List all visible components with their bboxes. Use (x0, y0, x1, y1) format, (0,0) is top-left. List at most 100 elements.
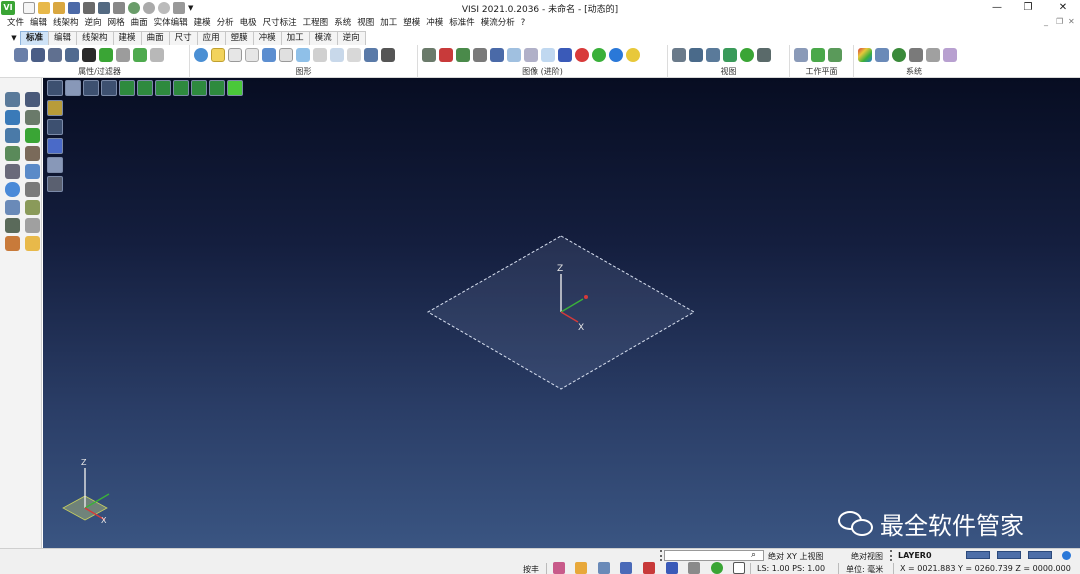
selection-filter-icon[interactable] (150, 48, 164, 62)
screen-icon[interactable] (875, 48, 889, 62)
yellow-sphere-icon[interactable] (626, 48, 640, 62)
view-rotate-icon[interactable] (740, 48, 754, 62)
menu-item-8[interactable]: 分析 (214, 16, 237, 30)
snap-rotate-icon[interactable] (711, 562, 723, 574)
snap-mode-label[interactable]: 按丰 (523, 564, 539, 574)
move-icon[interactable] (5, 128, 20, 143)
ribbon-tab-7[interactable]: 塑膜 (224, 31, 254, 45)
image-dim-icon[interactable] (524, 48, 538, 62)
workplane-align-icon[interactable] (811, 48, 825, 62)
cylinder-edges-icon[interactable] (296, 48, 310, 62)
menu-item-14[interactable]: 加工 (377, 16, 400, 30)
redo-icon[interactable] (158, 2, 170, 14)
mdi-minimize-button[interactable]: _ (1044, 17, 1048, 26)
attributes-icon[interactable] (14, 48, 28, 62)
layer-hide-icon[interactable] (48, 48, 62, 62)
layer-show-icon[interactable] (65, 48, 79, 62)
close-button[interactable]: ✕ (1048, 0, 1078, 16)
green-sphere-icon[interactable] (592, 48, 606, 62)
surface-icon[interactable] (25, 164, 40, 179)
view-pan-icon[interactable] (723, 48, 737, 62)
snap-settings-icon[interactable] (643, 562, 655, 574)
ribbon-tab-5[interactable]: 尺寸 (168, 31, 198, 45)
help-icon[interactable] (5, 200, 20, 215)
pencil-icon[interactable] (25, 110, 40, 125)
tools-icon[interactable] (5, 236, 20, 251)
image-light-icon[interactable] (541, 48, 555, 62)
redo-list-icon[interactable] (173, 2, 185, 14)
export-icon[interactable] (98, 2, 110, 14)
view-camera-icon[interactable] (757, 48, 771, 62)
red-sphere-icon[interactable] (575, 48, 589, 62)
status-globe-icon[interactable] (1062, 551, 1071, 560)
folder-icon[interactable] (25, 236, 40, 251)
menu-item-7[interactable]: 建模 (191, 16, 214, 30)
open-recent-icon[interactable] (53, 2, 65, 14)
solid-icon[interactable] (5, 164, 20, 179)
glasses-icon[interactable] (82, 48, 96, 62)
snap-grid-toggle-icon[interactable] (733, 562, 745, 574)
ribbon-tab-2[interactable]: 线架构 (76, 31, 114, 45)
ribbon-tab-6[interactable]: 应用 (196, 31, 226, 45)
snap-help-icon[interactable] (620, 562, 632, 574)
bin-icon[interactable] (5, 218, 20, 233)
snap-search-icon[interactable] (575, 562, 587, 574)
menu-item-10[interactable]: 尺寸标注 (260, 16, 300, 30)
menu-item-3[interactable]: 逆向 (82, 16, 105, 30)
image-split-icon[interactable] (422, 48, 436, 62)
ribbon-tab-9[interactable]: 加工 (280, 31, 310, 45)
image-layers-icon[interactable] (439, 48, 453, 62)
select-point-icon[interactable] (5, 92, 20, 107)
menu-item-2[interactable]: 线架构 (50, 16, 82, 30)
eraser-icon[interactable] (943, 48, 957, 62)
menu-item-13[interactable]: 视图 (354, 16, 377, 30)
snap-cylinder-icon[interactable] (688, 562, 700, 574)
menu-item-5[interactable]: 曲面 (128, 16, 151, 30)
image-section-icon[interactable] (507, 48, 521, 62)
mdi-restore-button[interactable]: ❐ (1056, 17, 1063, 26)
ribbon-tab-4[interactable]: 曲面 (140, 31, 170, 45)
snap-grid-icon[interactable] (553, 562, 565, 574)
transform-icon[interactable] (5, 146, 20, 161)
cylinder-double-icon[interactable] (347, 48, 361, 62)
ribbon-tab-3[interactable]: 建模 (112, 31, 142, 45)
monitor-icon[interactable] (909, 48, 923, 62)
shaded-box-icon[interactable] (558, 48, 572, 62)
menu-item-11[interactable]: 工程图 (300, 16, 332, 30)
open-folder-icon[interactable] (38, 2, 50, 14)
image-cylinder-icon[interactable] (490, 48, 504, 62)
menu-item-15[interactable]: 塑模 (400, 16, 423, 30)
hand-icon[interactable] (25, 218, 40, 233)
rotate-icon[interactable] (5, 182, 20, 197)
layout-button-1[interactable] (966, 551, 990, 559)
menu-item-12[interactable]: 系统 (331, 16, 354, 30)
cylinder-hidden-icon[interactable] (279, 48, 293, 62)
view-mode-label[interactable]: 绝对视图 (851, 551, 883, 562)
globe-icon[interactable] (892, 48, 906, 62)
color-palette-icon[interactable] (858, 48, 872, 62)
menu-item-6[interactable]: 实体编辑 (151, 16, 191, 30)
cylinder-active-icon[interactable] (211, 48, 225, 62)
snap-folder-icon[interactable] (598, 562, 610, 574)
print-icon[interactable] (113, 2, 125, 14)
cylinder-wire-icon[interactable] (245, 48, 259, 62)
box-select-icon[interactable] (5, 110, 20, 125)
layout-button-2[interactable] (997, 551, 1021, 559)
3d-viewport[interactable]: Z X Z X 最全软件管家 (43, 78, 1080, 548)
mdi-close-button[interactable]: ✕ (1068, 17, 1075, 26)
print-preview-icon[interactable] (128, 2, 140, 14)
cylinder-shaded-icon[interactable] (262, 48, 276, 62)
snap-cube-icon[interactable] (666, 562, 678, 574)
current-layer[interactable]: LAYER0 (898, 551, 932, 560)
undo-icon[interactable] (143, 2, 155, 14)
menu-item-19[interactable]: ? (518, 16, 529, 30)
menu-item-0[interactable]: 文件 (4, 16, 27, 30)
refresh-icon[interactable] (194, 48, 208, 62)
render-icon[interactable] (381, 48, 395, 62)
ribbon-tab-8[interactable]: 冲模 (252, 31, 282, 45)
lamp-icon[interactable] (364, 48, 378, 62)
ribbon-tab-10[interactable]: 模流 (308, 31, 338, 45)
new-file-icon[interactable] (23, 2, 35, 14)
filter-icon[interactable] (31, 48, 45, 62)
image-mask-icon[interactable] (473, 48, 487, 62)
